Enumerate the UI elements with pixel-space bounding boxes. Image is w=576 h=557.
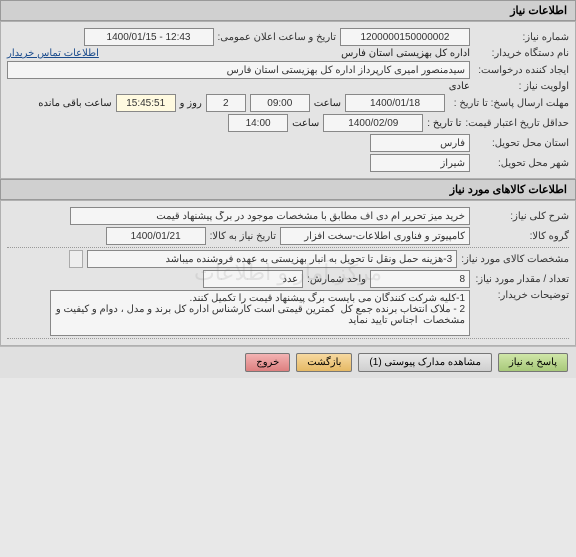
pub-date-field <box>84 28 214 46</box>
group-field <box>280 227 470 245</box>
unit-label: واحد شمارش: <box>307 274 366 285</box>
countdown-label: ساعت باقی مانده <box>38 98 111 109</box>
buyer-org-label: نام دستگاه خریدار: <box>474 48 569 59</box>
spec-label: مشخصات کالای مورد نیاز: <box>461 254 569 265</box>
group-label: گروه کالا: <box>474 231 569 242</box>
section-goods-info-header: اطلاعات کالاهای مورد نیاز <box>0 179 576 200</box>
delivery-province-label: استان محل تحویل: <box>474 138 569 149</box>
section-goods-info-panel: مرکز آمار و اطلاعات شرح کلی نیاز: گروه ک… <box>0 200 576 346</box>
deadline-time-field <box>250 94 310 112</box>
need-number-label: شماره نیاز: <box>474 32 569 43</box>
buyer-org-value: اداره کل بهزیستی استان فارس <box>341 48 470 59</box>
back-button[interactable]: بازگشت <box>296 353 352 372</box>
goods-date-label: تاریخ نیاز به کالا: <box>210 231 276 242</box>
reply-button[interactable]: پاسخ به نیاز <box>498 353 568 372</box>
valid-to-label: تا تاریخ : <box>427 118 461 129</box>
view-attachments-button[interactable]: مشاهده مدارک پیوستی (1) <box>358 353 492 372</box>
deadline-date-field <box>345 94 445 112</box>
section-need-info-panel: شماره نیاز: تاریخ و ساعت اعلان عمومی: نا… <box>0 21 576 179</box>
valid-date-field <box>323 114 423 132</box>
delivery-city-label: شهر محل تحویل: <box>474 158 569 169</box>
buyer-contact-link[interactable]: اطلاعات تماس خریدار <box>7 48 99 59</box>
deadline-label: مهلت ارسال پاسخ: تا تاریخ : <box>449 98 569 109</box>
valid-time-field <box>228 114 288 132</box>
pub-date-label: تاریخ و ساعت اعلان عمومی: <box>218 32 337 43</box>
section-need-info-header: اطلاعات نیاز <box>0 0 576 21</box>
valid-label: حداقل تاریخ اعتبار قیمت: <box>465 118 569 129</box>
desc-label: شرح کلی نیاز: <box>474 211 569 222</box>
qty-field <box>370 270 470 288</box>
days-remaining-field <box>206 94 246 112</box>
countdown-field <box>116 94 176 112</box>
priority-label: اولویت نیاز : <box>474 81 569 92</box>
creator-field <box>7 61 470 79</box>
action-toolbar: پاسخ به نیاز مشاهده مدارک پیوستی (1) باز… <box>0 346 576 378</box>
days-label: روز و <box>180 98 202 109</box>
priority-value: عادی <box>449 81 470 92</box>
need-number-field <box>340 28 470 46</box>
creator-label: ایجاد کننده درخواست: <box>474 65 569 76</box>
buyer-desc-textarea[interactable] <box>50 290 470 336</box>
unit-field <box>203 270 303 288</box>
exit-button[interactable]: خروج <box>245 353 290 372</box>
buyer-desc-label: توضیحات خریدار: <box>474 290 569 301</box>
delivery-city-field <box>370 154 470 172</box>
goods-date-field <box>106 227 206 245</box>
spec-field <box>87 250 457 268</box>
spec-scrollbar[interactable] <box>69 250 83 268</box>
qty-label: تعداد / مقدار مورد نیاز: <box>474 274 569 285</box>
deadline-time-label: ساعت <box>314 98 341 109</box>
valid-time-label: ساعت <box>292 118 319 129</box>
desc-field <box>70 207 470 225</box>
delivery-province-field <box>370 134 470 152</box>
